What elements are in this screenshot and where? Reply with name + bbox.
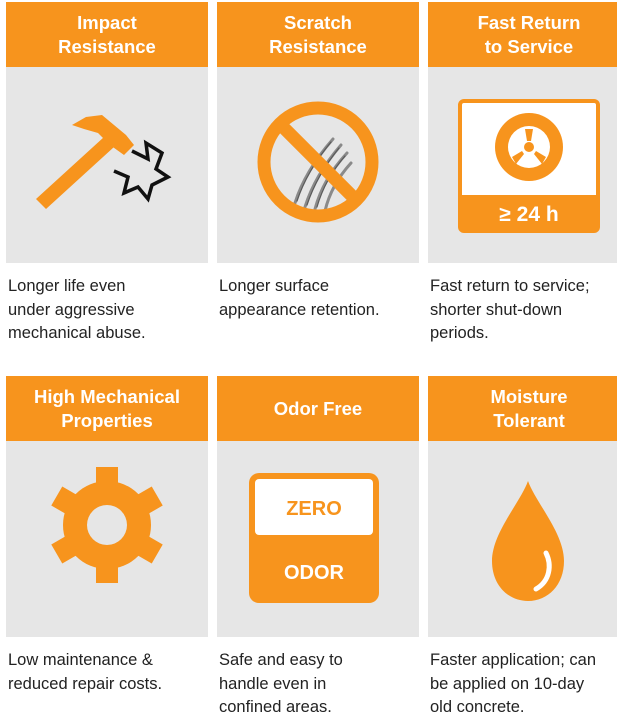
odor-label: ODOR (284, 562, 345, 584)
feature-title: High Mechanical Properties (6, 376, 208, 441)
feature-icon-panel: ZERO ODOR (217, 441, 419, 637)
no-scratch-icon (257, 101, 379, 223)
feature-title: Fast Return to Service (428, 2, 617, 67)
feature-description: Fast return to service; shorter shut-dow… (430, 277, 590, 342)
feature-title: Scratch Resistance (217, 2, 419, 67)
zero-label: ZERO (286, 498, 342, 520)
feature-card-high-mechanical: High Mechanical Properties Low maintenan… (6, 376, 208, 696)
feature-card-moisture-tolerant: Moisture Tolerant Faster application; ca… (428, 376, 617, 720)
feature-description: Low maintenance & reduced repair costs. (8, 651, 163, 693)
feature-icon-panel (217, 67, 419, 263)
feature-description: Faster application; can be applied on 10… (430, 651, 597, 716)
feature-card-fast-return: Fast Return to Service ≥ 24 h Fast retur… (428, 2, 617, 346)
feature-card-scratch-resistance: Scratch Resistance Longer surface appear… (217, 2, 419, 322)
wheel-icon: ≥ 24 h (458, 99, 600, 233)
feature-icon-panel (6, 67, 208, 263)
feature-title: Impact Resistance (6, 2, 208, 67)
feature-title: Odor Free (217, 376, 419, 441)
feature-description: Longer surface appearance retention. (219, 277, 380, 319)
gear-icon (51, 467, 163, 583)
feature-description: Safe and easy to handle even in confined… (219, 651, 343, 716)
feature-card-impact-resistance: Impact Resistance Longer life even under… (6, 2, 208, 346)
feature-description: Longer life even under aggressive mechan… (8, 277, 146, 342)
service-time-badge: ≥ 24 h (499, 203, 558, 226)
feature-title: Moisture Tolerant (428, 376, 617, 441)
feature-icon-panel (6, 441, 208, 637)
zero-odor-icon: ZERO ODOR (249, 473, 379, 603)
water-drop-icon (492, 481, 564, 601)
feature-icon-panel (428, 441, 617, 637)
feature-card-odor-free: Odor Free ZERO ODOR Safe and easy to han… (217, 376, 419, 720)
hammer-impact-icon (36, 115, 172, 209)
feature-icon-panel: ≥ 24 h (428, 67, 617, 263)
